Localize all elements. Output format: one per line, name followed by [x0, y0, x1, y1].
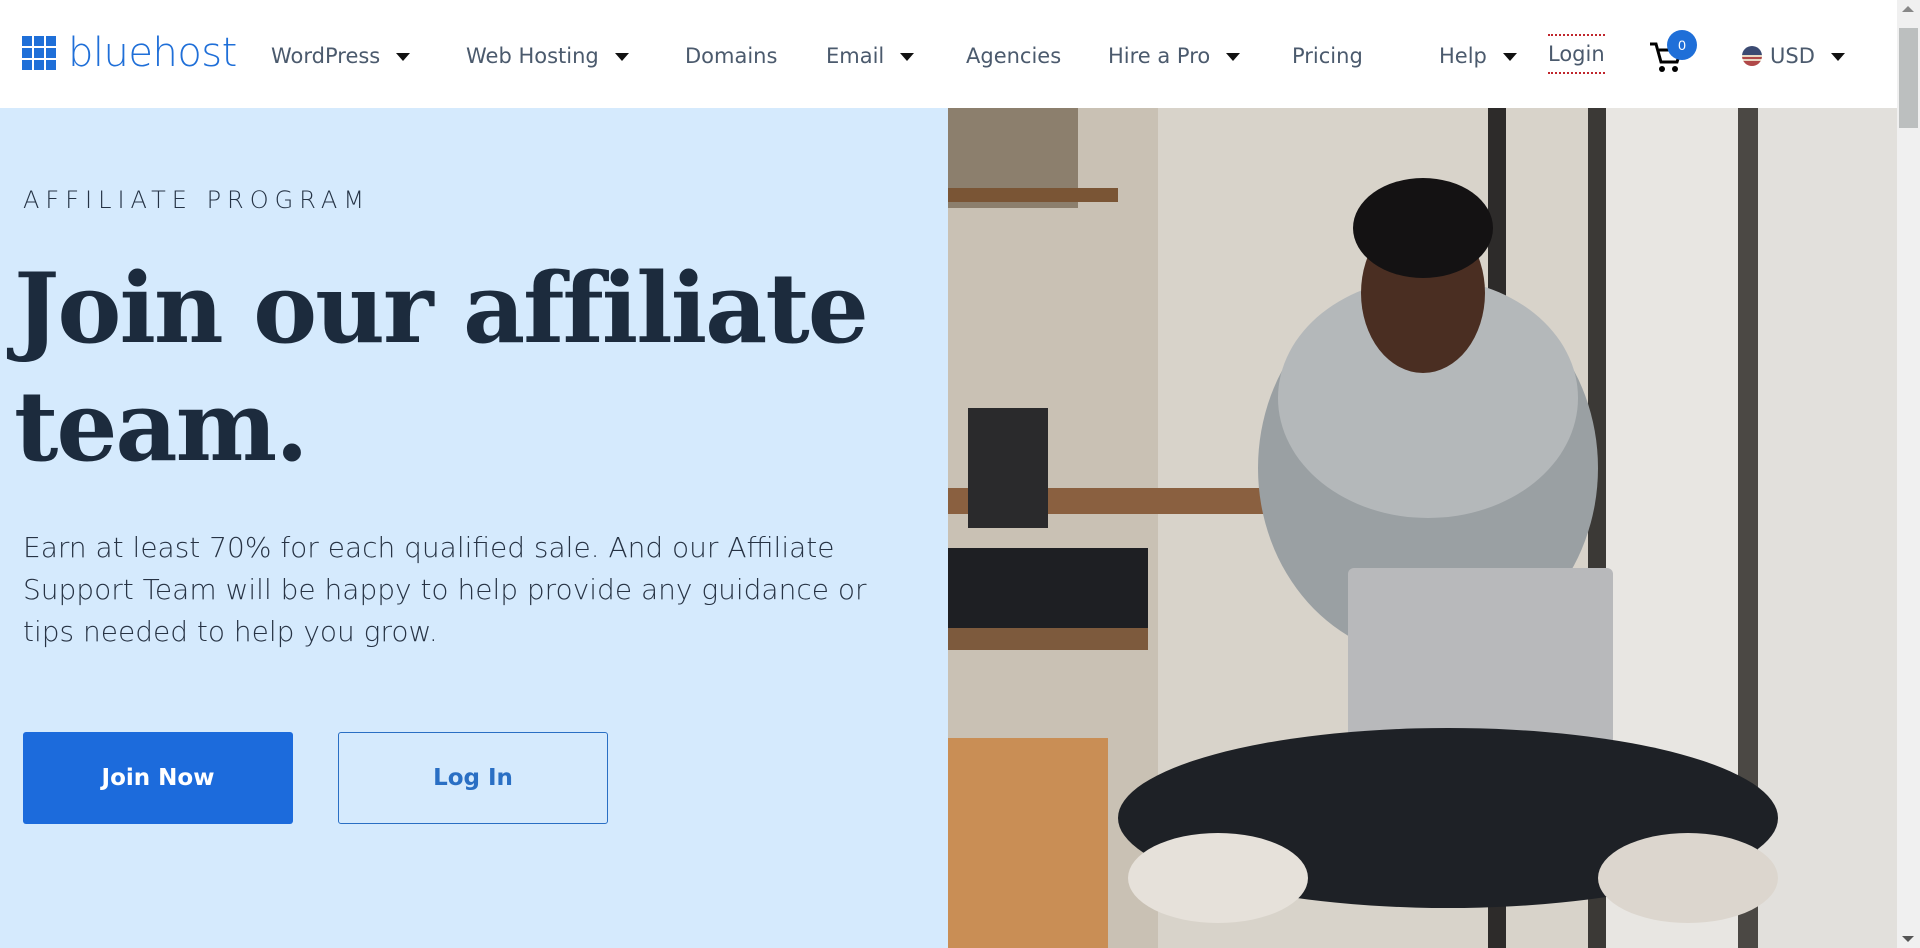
currency-selector[interactable]: USD: [1742, 44, 1845, 68]
caret-down-icon: [1502, 53, 1517, 61]
caret-down-icon: [1226, 53, 1241, 61]
nav-item-wordpress[interactable]: WordPress: [271, 44, 411, 68]
caret-down-icon: [614, 53, 629, 61]
nav-item-label: Web Hosting: [466, 44, 599, 68]
nav-item-label: Hire a Pro: [1108, 44, 1211, 68]
nav-item-web-hosting[interactable]: Web Hosting: [466, 44, 629, 68]
caret-down-icon: [396, 53, 411, 61]
scroll-up-arrow-icon[interactable]: [1902, 6, 1914, 12]
us-flag-icon: [1742, 46, 1762, 66]
hero-eyebrow: AFFILIATE PROGRAM: [23, 186, 371, 214]
nav-item-pricing[interactable]: Pricing: [1292, 44, 1363, 68]
nav-item-label: Domains: [685, 44, 778, 68]
site-header: bluehost WordPress Web Hosting Domains E…: [0, 0, 1897, 108]
nav-item-label: Agencies: [966, 44, 1062, 68]
bluehost-logo[interactable]: bluehost: [22, 33, 237, 73]
hero-body: Earn at least 70% for each qualified sal…: [23, 531, 867, 648]
scroll-down-arrow-icon[interactable]: [1902, 936, 1914, 942]
cart-count-badge: 0: [1667, 30, 1697, 60]
caret-down-icon: [900, 53, 915, 61]
caret-down-icon: [1830, 53, 1845, 61]
log-in-button[interactable]: Log In: [338, 732, 608, 824]
login-link[interactable]: Login: [1548, 34, 1605, 74]
photo-illustration: [948, 108, 1897, 948]
nav-item-domains[interactable]: Domains: [685, 44, 777, 68]
scrollbar-thumb[interactable]: [1899, 28, 1918, 128]
logo-grid-icon: [22, 36, 56, 70]
nav-item-agencies[interactable]: Agencies: [966, 44, 1061, 68]
nav-item-label: Pricing: [1292, 44, 1363, 68]
nav-item-label: Email: [826, 44, 885, 68]
nav-item-email[interactable]: Email: [826, 44, 915, 68]
nav-item-hire-a-pro[interactable]: Hire a Pro: [1108, 44, 1241, 68]
vertical-scrollbar[interactable]: [1897, 0, 1920, 948]
login-label: Login: [1548, 42, 1605, 66]
logo-wordmark: bluehost: [68, 30, 237, 76]
hero-headline: Join our affiliate team.: [14, 252, 869, 483]
join-now-button[interactable]: Join Now: [23, 732, 293, 824]
hero-photo: [948, 108, 1897, 948]
nav-item-label: WordPress: [271, 44, 381, 68]
nav-item-help[interactable]: Help: [1439, 44, 1517, 68]
nav-item-label: Help: [1439, 44, 1487, 68]
currency-label: USD: [1770, 44, 1815, 68]
